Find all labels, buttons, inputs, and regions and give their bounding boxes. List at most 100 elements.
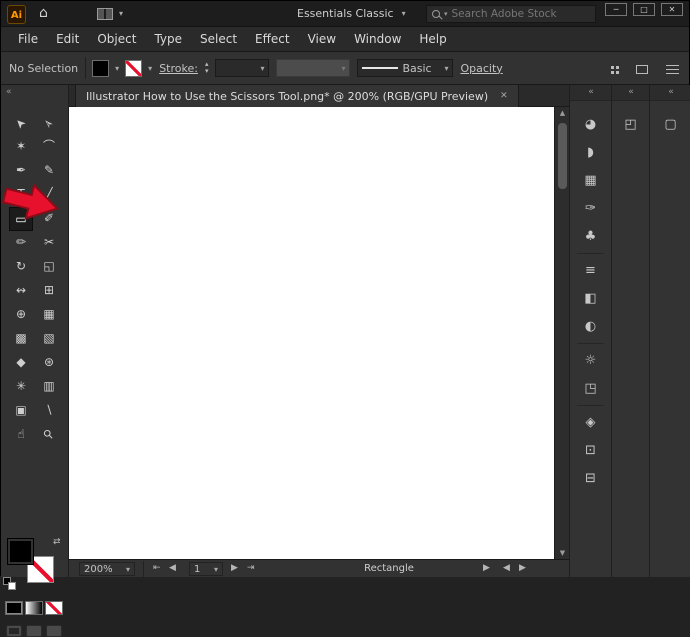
previous-artboard-button[interactable]: ◀ <box>169 563 176 573</box>
magic-wand-tool[interactable]: ✶ <box>9 135 33 159</box>
document-tab-title: Illustrator How to Use the Scissors Tool… <box>86 89 489 103</box>
workspace-switcher[interactable]: Essentials Classic ▾ <box>297 7 406 20</box>
arrange-window-icon[interactable] <box>636 64 648 74</box>
next-artboard-button[interactable]: ▶ <box>231 563 238 573</box>
status-bar: 200% ▾ ⇤ ◀ 1 ▾ ▶ ⇥ Rectangle ▶ ◀ ▶ <box>69 559 569 577</box>
chevron-down-icon[interactable]: ▾ <box>115 64 119 73</box>
draw-behind-button[interactable] <box>26 625 42 637</box>
gradient-button[interactable] <box>25 601 43 615</box>
color-button[interactable] <box>5 601 23 615</box>
width-tool[interactable]: ↭ <box>9 279 33 303</box>
libraries-panel-icon[interactable]: ◰ <box>618 113 644 137</box>
free-transform-tool[interactable]: ⊞ <box>37 279 61 303</box>
last-artboard-button[interactable]: ⇥ <box>247 563 255 573</box>
home-icon[interactable]: ⌂ <box>39 5 48 21</box>
default-fill-stroke-icon[interactable] <box>3 577 17 591</box>
pen-tool[interactable]: ✒ <box>9 159 33 183</box>
selection-status: No Selection <box>9 61 79 75</box>
control-bar-menu-icon[interactable] <box>666 64 679 66</box>
fill-color-swatch[interactable] <box>93 60 109 76</box>
none-button[interactable] <box>45 601 63 615</box>
curvature-tool[interactable]: ✎ <box>37 159 61 183</box>
graphic-styles-panel-icon[interactable]: ◳ <box>578 377 604 401</box>
transparency-panel-icon[interactable]: ◐ <box>578 315 604 339</box>
menu-file[interactable]: File <box>9 32 47 46</box>
chevron-down-icon[interactable]: ▾ <box>148 64 152 73</box>
stroke-weight-dropdown[interactable]: ▾ <box>215 59 270 77</box>
menu-type[interactable]: Type <box>145 32 191 46</box>
symbol-sprayer-tool[interactable]: ✳ <box>9 375 33 399</box>
eyedropper-tool[interactable]: ◆ <box>9 351 33 375</box>
layers-panel-icon[interactable]: ◈ <box>578 411 604 435</box>
vertical-scrollbar[interactable]: ▲ ▼ <box>554 107 569 559</box>
scissors-tool[interactable]: ✂ <box>37 231 61 255</box>
symbols-panel-icon[interactable]: ♣ <box>578 225 604 249</box>
hand-tool[interactable]: ☝ <box>9 423 33 447</box>
brush-definition-dropdown[interactable]: Basic ▾ <box>357 59 454 77</box>
menu-bar: File Edit Object Type Select Effect View… <box>1 27 689 51</box>
maximize-button[interactable]: □ <box>633 3 655 16</box>
scale-tool[interactable]: ◱ <box>37 255 61 279</box>
draw-normal-button[interactable] <box>6 625 22 637</box>
perspective-grid-tool[interactable]: ▦ <box>37 303 61 327</box>
scroll-left-icon[interactable]: ◀ <box>503 563 510 573</box>
swap-fill-stroke-icon[interactable]: ⇄ <box>53 537 61 547</box>
document-tab[interactable]: Illustrator How to Use the Scissors Tool… <box>75 85 519 107</box>
rotate-tool[interactable]: ↻ <box>9 255 33 279</box>
scroll-up-icon[interactable]: ▲ <box>555 109 570 117</box>
expand-panels-icon[interactable]: « <box>650 85 690 101</box>
stroke-panel-icon[interactable]: ≡ <box>578 259 604 283</box>
stock-search[interactable]: ▾ <box>426 5 596 23</box>
arrange-documents-icon[interactable] <box>97 8 113 20</box>
menu-select[interactable]: Select <box>191 32 246 46</box>
artboard-tool[interactable]: ▣ <box>9 399 33 423</box>
app-logo[interactable]: Ai <box>7 5 26 24</box>
stroke-weight-stepper[interactable]: ▴ ▾ <box>205 61 209 75</box>
menu-view[interactable]: View <box>299 32 345 46</box>
status-flyout-icon[interactable]: ▶ <box>483 563 490 573</box>
appearance-panel-icon[interactable]: ☼ <box>578 349 604 373</box>
opacity-link[interactable]: Opacity <box>460 62 502 75</box>
close-button[interactable]: ✕ <box>661 3 683 16</box>
swatches-panel-icon[interactable]: ▦ <box>578 169 604 193</box>
stroke-color-swatch[interactable] <box>126 60 142 76</box>
shape-builder-tool[interactable]: ⊕ <box>9 303 33 327</box>
artboard-canvas[interactable] <box>69 107 554 559</box>
blend-tool[interactable]: ⊛ <box>37 351 61 375</box>
collapse-tools-icon[interactable]: « <box>6 87 12 97</box>
menu-edit[interactable]: Edit <box>47 32 88 46</box>
menu-help[interactable]: Help <box>410 32 455 46</box>
properties-panel-icon[interactable]: ▢ <box>658 113 684 137</box>
color-guide-panel-icon[interactable]: ◗ <box>578 141 604 165</box>
first-artboard-button[interactable]: ⇤ <box>153 563 161 573</box>
color-panel-icon[interactable]: ◕ <box>578 113 604 137</box>
gradient-tool[interactable]: ▧ <box>37 327 61 351</box>
scroll-right-icon[interactable]: ▶ <box>519 563 526 573</box>
lasso-tool[interactable]: ⌒ <box>37 135 61 159</box>
stroke-panel-link[interactable]: Stroke: <box>159 62 198 75</box>
menu-effect[interactable]: Effect <box>246 32 299 46</box>
document-setup-grid-icon[interactable] <box>611 65 614 69</box>
fill-swatch[interactable] <box>7 538 34 565</box>
scroll-down-icon[interactable]: ▼ <box>555 549 570 557</box>
minimize-button[interactable]: ─ <box>605 3 627 16</box>
menu-object[interactable]: Object <box>88 32 145 46</box>
brushes-panel-icon[interactable]: ✑ <box>578 197 604 221</box>
expand-panels-icon[interactable]: « <box>570 85 611 101</box>
vertical-scroll-thumb[interactable] <box>558 123 567 189</box>
artboard-number-dropdown[interactable]: 1 ▾ <box>189 562 223 576</box>
artboards-panel-icon[interactable]: ⊡ <box>578 439 604 463</box>
gradient-panel-icon[interactable]: ◧ <box>578 287 604 311</box>
search-input[interactable] <box>451 8 590 20</box>
stepper-down-icon[interactable]: ▾ <box>205 68 209 75</box>
expand-panels-icon[interactable]: « <box>612 85 649 101</box>
zoom-dropdown[interactable]: 200% ▾ <box>79 562 135 576</box>
pencil-tool[interactable]: ✏ <box>9 231 33 255</box>
column-graph-tool[interactable]: ▥ <box>37 375 61 399</box>
draw-inside-button[interactable] <box>46 625 62 637</box>
mesh-tool[interactable]: ▩ <box>9 327 33 351</box>
asset-export-panel-icon[interactable]: ⊟ <box>578 467 604 491</box>
menu-window[interactable]: Window <box>345 32 410 46</box>
zoom-tool[interactable]: ⚲ <box>32 418 66 452</box>
tab-close-icon[interactable]: ✕ <box>500 91 508 101</box>
